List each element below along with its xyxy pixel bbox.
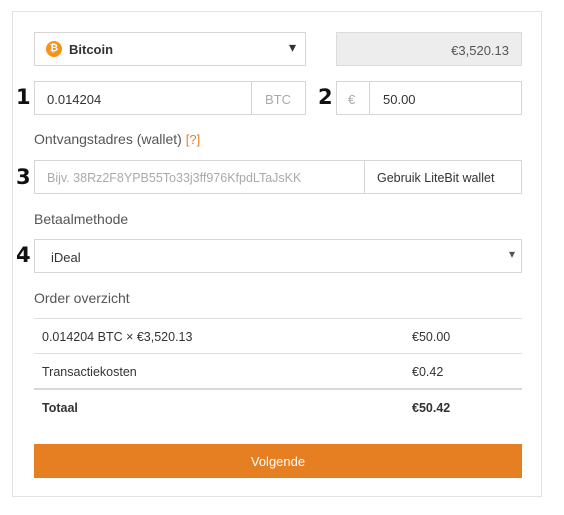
euro-icon: € <box>348 92 356 107</box>
next-button-label: Volgende <box>250 454 306 469</box>
crypto-amount-input[interactable]: 0.014204 <box>34 81 252 115</box>
crypto-unit-addon: BTC <box>251 81 306 115</box>
payment-method-selected: iDeal <box>51 250 81 265</box>
chevron-down-icon: ▾ <box>288 39 296 55</box>
bitcoin-icon: ₿ <box>46 41 62 57</box>
wallet-address-placeholder: Bijv. 38Rz2F8YPB55To33j3ff976KfpdLTaJsKK <box>47 171 302 185</box>
wallet-address-input[interactable]: Bijv. 38Rz2F8YPB55To33j3ff976KfpdLTaJsKK <box>34 160 365 194</box>
step-number-2: 2 <box>318 85 333 109</box>
table-row-total: Totaal €50.42 <box>34 388 522 426</box>
fiat-amount-value: 50.00 <box>383 92 416 107</box>
payment-method-label: Betaalmethode <box>34 211 129 227</box>
order-overview-title: Order overzicht <box>34 290 130 306</box>
fiat-amount-input[interactable]: 50.00 <box>369 81 522 115</box>
price-display: €3,520.13 <box>336 32 522 66</box>
table-row: 0.014204 BTC × €3,520.13 €50.00 <box>34 318 522 355</box>
order-row-amount: €50.00 <box>412 330 451 344</box>
wallet-help-link[interactable]: [?] <box>186 132 200 147</box>
crypto-amount-value: 0.014204 <box>47 92 102 107</box>
coin-select-label: Bitcoin <box>69 42 114 57</box>
next-button[interactable]: Volgende <box>34 444 522 478</box>
order-row-description: Transactiekosten <box>42 365 137 379</box>
coin-select[interactable]: ₿ Bitcoin ▾ <box>34 32 306 66</box>
chevron-down-icon: ▾ <box>508 247 515 261</box>
euro-addon: € <box>336 81 370 115</box>
use-litebit-wallet-button[interactable]: Gebruik LiteBit wallet <box>364 160 522 194</box>
order-row-description: 0.014204 BTC × €3,520.13 <box>42 330 193 344</box>
price-value: €3,520.13 <box>451 43 509 58</box>
wallet-label-text: Ontvangstadres (wallet) <box>34 131 182 147</box>
step-number-3: 3 <box>16 165 31 189</box>
order-total-label: Totaal <box>42 401 78 415</box>
wallet-label: Ontvangstadres (wallet) [?] <box>34 131 200 147</box>
payment-method-select[interactable]: iDeal ▾ <box>34 239 522 273</box>
step-number-1: 1 <box>16 85 31 109</box>
order-total-amount: €50.42 <box>412 401 451 415</box>
crypto-unit-label: BTC <box>265 92 291 107</box>
table-row: Transactiekosten €0.42 <box>34 353 522 390</box>
use-litebit-wallet-label: Gebruik LiteBit wallet <box>377 171 495 185</box>
step-number-4: 4 <box>16 243 31 267</box>
order-row-amount: €0.42 <box>412 365 444 379</box>
